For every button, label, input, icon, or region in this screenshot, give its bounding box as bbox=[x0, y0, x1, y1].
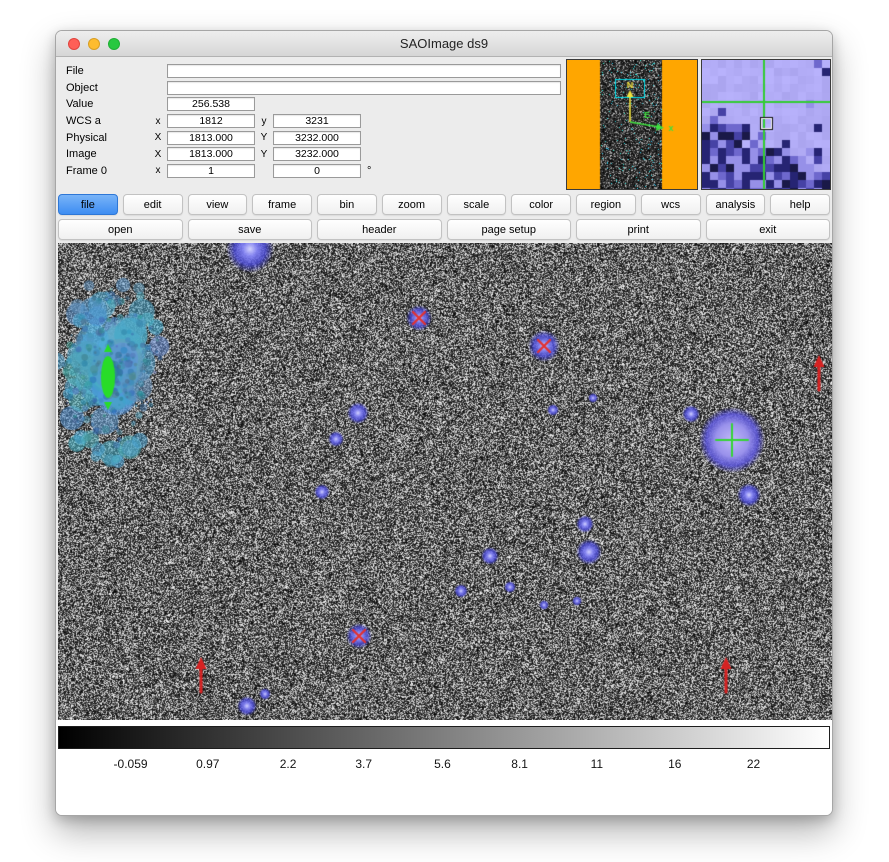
close-button[interactable] bbox=[68, 38, 80, 50]
ds9-window: SAOImage ds9 File Object Value WCS a x y… bbox=[55, 30, 833, 816]
image-label: Image bbox=[66, 148, 149, 160]
window-title: SAOImage ds9 bbox=[56, 36, 832, 51]
wcs-x-label: x bbox=[149, 116, 167, 127]
colorbar-tick: 16 bbox=[668, 757, 681, 771]
traffic-lights bbox=[56, 38, 120, 50]
colorbar-tick: 11 bbox=[591, 757, 603, 771]
colorbar-tick: 5.6 bbox=[434, 757, 451, 771]
title-bar[interactable]: SAOImage ds9 bbox=[56, 31, 832, 57]
colorbar-tick: 2.2 bbox=[280, 757, 297, 771]
physical-y-label: Y bbox=[255, 132, 273, 143]
image-y-label: Y bbox=[255, 149, 273, 160]
print-button[interactable]: print bbox=[576, 219, 701, 240]
menu-button-view[interactable]: view bbox=[188, 194, 248, 215]
panner-canvas[interactable] bbox=[567, 60, 697, 189]
frame-label: Frame 0 bbox=[66, 165, 149, 177]
panner[interactable] bbox=[566, 59, 698, 190]
menu-button-scale[interactable]: scale bbox=[447, 194, 507, 215]
colorbar-ticks: -0.059 0.97 2.2 3.7 5.6 8.1 11 16 22 bbox=[58, 749, 830, 781]
menu-button-frame[interactable]: frame bbox=[252, 194, 312, 215]
colorbar[interactable] bbox=[58, 726, 830, 749]
frame-zoom-field[interactable] bbox=[167, 164, 255, 178]
menu-button-zoom[interactable]: zoom bbox=[382, 194, 442, 215]
save-button[interactable]: save bbox=[188, 219, 313, 240]
physical-y-field[interactable] bbox=[273, 131, 361, 145]
file-label: File bbox=[66, 65, 149, 77]
page-setup-button[interactable]: page setup bbox=[447, 219, 572, 240]
frame-rotation-field[interactable] bbox=[273, 164, 361, 178]
wcs-y-field[interactable] bbox=[273, 114, 361, 128]
menu-button-region[interactable]: region bbox=[576, 194, 636, 215]
image-display bbox=[56, 242, 832, 720]
menu-button-color[interactable]: color bbox=[511, 194, 571, 215]
info-panel: File Object Value WCS a x y Physical X Y bbox=[56, 57, 832, 192]
wcs-label: WCS a bbox=[66, 115, 149, 127]
colorbar-tick: 8.1 bbox=[511, 757, 528, 771]
physical-x-field[interactable] bbox=[167, 131, 255, 145]
value-field[interactable] bbox=[167, 97, 255, 111]
colorbar-tick: 22 bbox=[747, 757, 760, 771]
colorbar-tick: 0.97 bbox=[196, 757, 219, 771]
header-button[interactable]: header bbox=[317, 219, 442, 240]
menu-button-wcs[interactable]: wcs bbox=[641, 194, 701, 215]
image-x-label: X bbox=[149, 149, 167, 160]
minimize-button[interactable] bbox=[88, 38, 100, 50]
frame-zoom-label: x bbox=[149, 165, 167, 176]
image-canvas[interactable] bbox=[58, 243, 832, 720]
menu-button-file[interactable]: file bbox=[58, 194, 118, 215]
menu-bar: file edit view frame bin zoom scale colo… bbox=[56, 192, 832, 217]
menu-button-analysis[interactable]: analysis bbox=[706, 194, 766, 215]
value-label: Value bbox=[66, 98, 149, 110]
colorbar-section: -0.059 0.97 2.2 3.7 5.6 8.1 11 16 22 bbox=[56, 720, 832, 781]
object-label: Object bbox=[66, 82, 149, 94]
maximize-button[interactable] bbox=[108, 38, 120, 50]
exit-button[interactable]: exit bbox=[706, 219, 831, 240]
colorbar-tick: -0.059 bbox=[114, 757, 148, 771]
image-y-field[interactable] bbox=[273, 147, 361, 161]
magnifier-canvas bbox=[702, 60, 830, 189]
file-toolbar: open save header page setup print exit bbox=[56, 217, 832, 242]
physical-x-label: X bbox=[149, 132, 167, 143]
image-x-field[interactable] bbox=[167, 147, 255, 161]
colorbar-tick: 3.7 bbox=[355, 757, 372, 771]
wcs-x-field[interactable] bbox=[167, 114, 255, 128]
open-button[interactable]: open bbox=[58, 219, 183, 240]
degree-symbol: ° bbox=[367, 165, 371, 177]
menu-button-edit[interactable]: edit bbox=[123, 194, 183, 215]
window-footer bbox=[56, 781, 832, 815]
wcs-y-label: y bbox=[255, 116, 273, 127]
menu-button-bin[interactable]: bin bbox=[317, 194, 377, 215]
file-field[interactable] bbox=[167, 64, 561, 78]
physical-label: Physical bbox=[66, 132, 149, 144]
menu-button-help[interactable]: help bbox=[770, 194, 830, 215]
magnifier bbox=[701, 59, 831, 190]
object-field[interactable] bbox=[167, 81, 561, 95]
